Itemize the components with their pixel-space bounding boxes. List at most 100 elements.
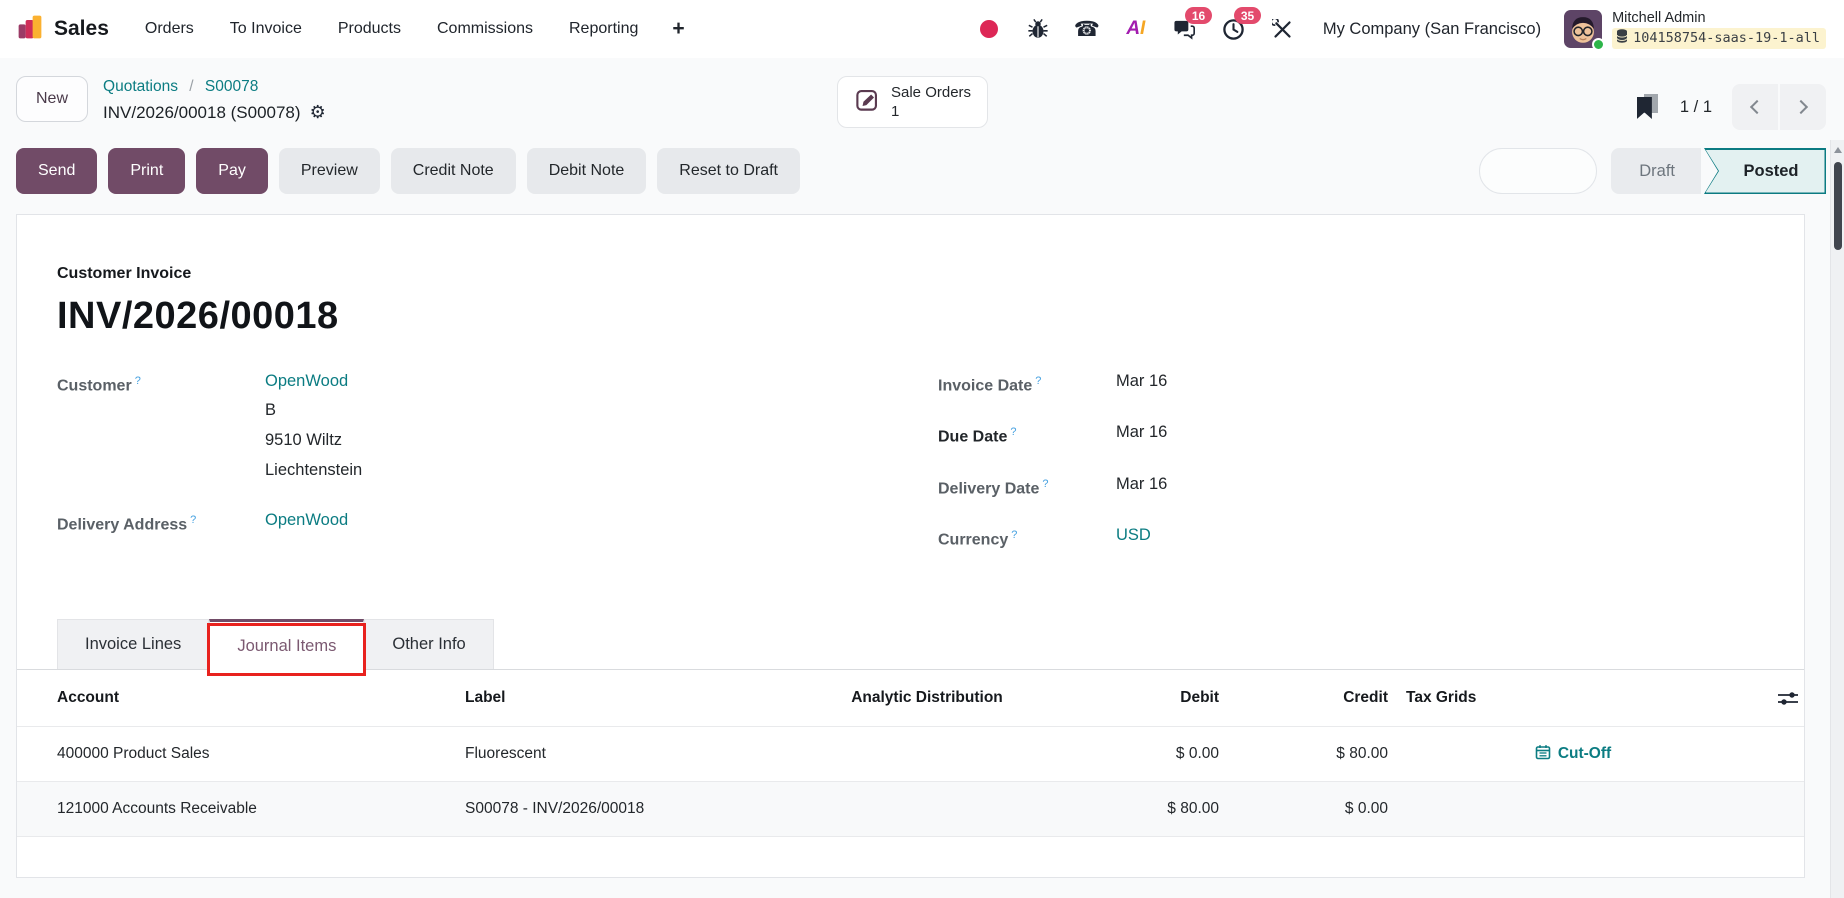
top-navbar: Sales Orders To Invoice Products Commiss… bbox=[0, 0, 1844, 58]
menu-reporting[interactable]: Reporting bbox=[569, 20, 638, 38]
invoice-date-value[interactable]: Mar 16 bbox=[1116, 368, 1167, 399]
invoice-date-label: Invoice Date? bbox=[938, 375, 1042, 395]
action-buttons-row: Send Print Pay Preview Credit Note Debit… bbox=[16, 142, 1826, 212]
delivery-address-label: Delivery Address? bbox=[57, 514, 197, 534]
delivery-date-label: Delivery Date? bbox=[938, 477, 1049, 497]
edit-note-icon bbox=[854, 86, 881, 118]
tools-icon[interactable] bbox=[1270, 16, 1296, 42]
send-button[interactable]: Send bbox=[16, 148, 98, 194]
chevron-left-icon bbox=[1749, 99, 1765, 115]
notebook-tabs: Invoice Lines Journal Items Other Info bbox=[17, 619, 1804, 677]
help-icon: ? bbox=[1035, 375, 1042, 387]
cell-account: 121000 Accounts Receivable bbox=[57, 800, 257, 818]
credit-note-button[interactable]: Credit Note bbox=[390, 148, 516, 194]
document-type-label: Customer Invoice bbox=[57, 265, 192, 282]
journal-items-table: Account Label Analytic Distribution Debi… bbox=[17, 670, 1804, 877]
bug-icon[interactable] bbox=[1025, 16, 1051, 42]
currency-value-link[interactable]: USD bbox=[1116, 526, 1151, 544]
help-icon: ? bbox=[134, 375, 141, 387]
customer-address-line: Liechtenstein bbox=[265, 461, 363, 479]
cell-debit: $ 0.00 bbox=[1175, 745, 1219, 763]
user-menu[interactable]: Mitchell Admin 104158754-saas-19-1-all bbox=[1564, 9, 1826, 51]
column-header-tax-grids[interactable]: Tax Grids bbox=[1388, 689, 1758, 707]
menu-commissions[interactable]: Commissions bbox=[437, 20, 533, 38]
cell-label: Fluorescent bbox=[465, 745, 546, 763]
breadcrumb-current: INV/2026/00018 (S00078) bbox=[103, 103, 301, 122]
print-button[interactable]: Print bbox=[108, 148, 186, 194]
tab-invoice-lines[interactable]: Invoice Lines bbox=[57, 619, 210, 670]
column-header-label[interactable]: Label bbox=[465, 689, 757, 707]
column-header-analytic-distribution[interactable]: Analytic Distribution bbox=[757, 689, 1097, 707]
sales-app-icon bbox=[16, 13, 44, 46]
cell-debit: $ 80.00 bbox=[1167, 800, 1219, 818]
plus-icon[interactable]: + bbox=[672, 17, 684, 41]
gear-icon[interactable]: ⚙ bbox=[310, 99, 326, 126]
messages-icon[interactable]: 16 bbox=[1172, 7, 1213, 42]
breadcrumb-s00078[interactable]: S00078 bbox=[205, 78, 258, 95]
scrollbar-thumb[interactable] bbox=[1833, 162, 1842, 250]
help-icon: ? bbox=[1010, 426, 1017, 439]
column-header-account[interactable]: Account bbox=[57, 689, 465, 707]
cut-off-tag[interactable]: Cut-Off bbox=[1535, 744, 1611, 765]
tab-other-info[interactable]: Other Info bbox=[364, 619, 494, 670]
help-icon: ? bbox=[1011, 528, 1018, 541]
customer-address-line: B bbox=[265, 401, 277, 419]
status-draft[interactable]: Draft bbox=[1611, 148, 1701, 194]
column-header-credit[interactable]: Credit bbox=[1219, 689, 1388, 707]
activities-clock-icon[interactable]: 35 bbox=[1221, 7, 1262, 42]
control-panel: New Quotations / S00078 INV/2026/00018 (… bbox=[0, 58, 1844, 212]
app-switcher[interactable]: Sales bbox=[16, 13, 109, 46]
smart-button-count: 1 bbox=[891, 103, 900, 120]
breadcrumb-quotations[interactable]: Quotations bbox=[103, 78, 178, 95]
bookmark-icon[interactable] bbox=[1636, 94, 1660, 120]
due-date-value[interactable]: Mar 16 bbox=[1116, 419, 1167, 450]
customer-label: Customer? bbox=[57, 375, 141, 395]
database-name: 104158754-saas-19-1-all bbox=[1612, 28, 1826, 49]
menu-to-invoice[interactable]: To Invoice bbox=[230, 20, 302, 38]
status-posted[interactable]: Posted bbox=[1704, 148, 1826, 194]
delivery-address-value-link[interactable]: OpenWood bbox=[265, 511, 348, 529]
ai-icon[interactable]: AI bbox=[1123, 16, 1149, 42]
pager-next-button[interactable] bbox=[1780, 84, 1826, 130]
pay-button[interactable]: Pay bbox=[196, 148, 268, 194]
status-bar: Draft Posted bbox=[1611, 148, 1826, 194]
debit-note-button[interactable]: Debit Note bbox=[526, 148, 647, 194]
online-status-dot bbox=[1592, 38, 1606, 51]
table-header-row: Account Label Analytic Distribution Debi… bbox=[17, 670, 1804, 726]
vertical-scrollbar bbox=[1830, 140, 1844, 898]
company-selector[interactable]: My Company (San Francisco) bbox=[1323, 20, 1541, 39]
breadcrumb: Quotations / S00078 INV/2026/00018 (S000… bbox=[103, 74, 326, 126]
table-row[interactable]: 400000 Product Sales Fluorescent $ 0.00 … bbox=[17, 726, 1804, 781]
messages-badge: 16 bbox=[1184, 7, 1213, 24]
column-header-debit[interactable]: Debit bbox=[1097, 689, 1219, 707]
breadcrumb-separator: / bbox=[189, 78, 194, 95]
menu-products[interactable]: Products bbox=[338, 20, 401, 38]
new-button[interactable]: New bbox=[16, 76, 89, 122]
invoice-form-card: Customer Invoice INV/2026/00018 Customer… bbox=[16, 214, 1805, 878]
pager-count: 1 / 1 bbox=[1679, 97, 1712, 116]
help-icon: ? bbox=[1042, 477, 1049, 490]
cell-credit: $ 0.00 bbox=[1344, 800, 1388, 818]
pill-placeholder-button[interactable] bbox=[1479, 148, 1598, 194]
customer-value-link[interactable]: OpenWood bbox=[265, 372, 348, 390]
chevron-right-icon bbox=[1793, 99, 1809, 115]
calendar-icon bbox=[1535, 744, 1551, 765]
record-icon[interactable] bbox=[976, 16, 1002, 42]
currency-label: Currency? bbox=[938, 528, 1018, 549]
tab-journal-items[interactable]: Journal Items bbox=[209, 619, 365, 671]
reset-to-draft-button[interactable]: Reset to Draft bbox=[657, 148, 800, 194]
menu-orders[interactable]: Orders bbox=[145, 20, 194, 38]
optional-columns-icon[interactable] bbox=[1758, 690, 1804, 707]
empty-table-row bbox=[17, 836, 1804, 877]
cell-credit: $ 80.00 bbox=[1336, 745, 1388, 763]
main-menu: Orders To Invoice Products Commissions R… bbox=[145, 20, 638, 38]
pager-previous-button[interactable] bbox=[1732, 84, 1778, 130]
table-row[interactable]: 121000 Accounts Receivable S00078 - INV/… bbox=[17, 781, 1804, 837]
scroll-up-arrow[interactable] bbox=[1834, 147, 1842, 153]
app-name[interactable]: Sales bbox=[54, 17, 109, 41]
sale-orders-smart-button[interactable]: Sale Orders 1 bbox=[837, 76, 989, 128]
avatar bbox=[1564, 10, 1606, 51]
phone-icon[interactable]: ☎ bbox=[1074, 16, 1100, 42]
preview-button[interactable]: Preview bbox=[278, 148, 380, 194]
delivery-date-value[interactable]: Mar 16 bbox=[1116, 471, 1167, 502]
